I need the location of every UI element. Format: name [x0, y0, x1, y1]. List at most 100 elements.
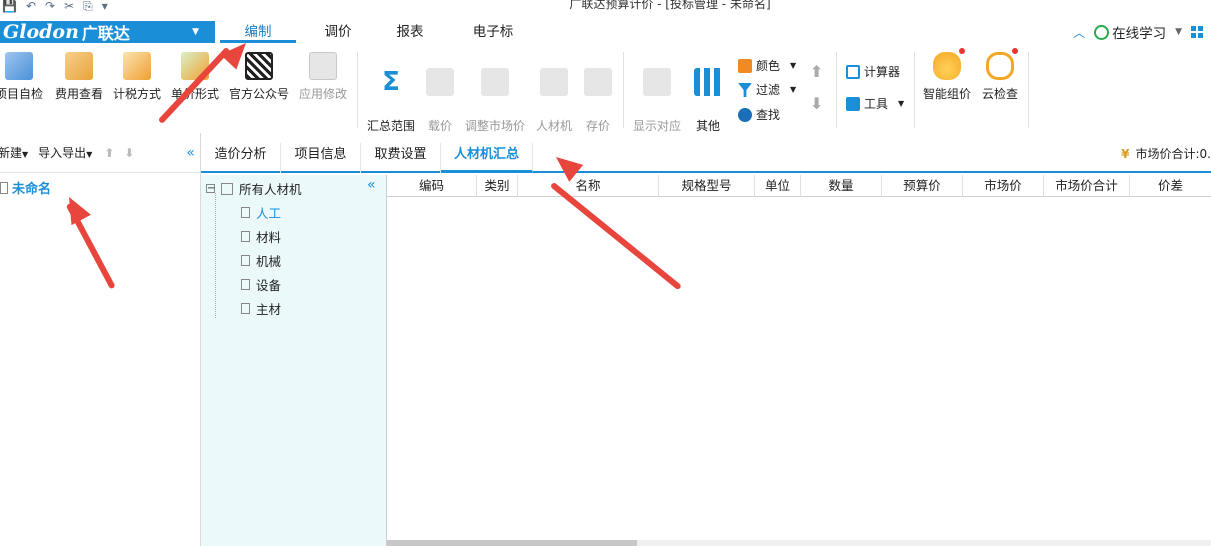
official-account-label: 官方公众号 — [228, 87, 289, 101]
chevron-down-icon: ▼ — [790, 85, 797, 94]
apply-edit-label: 应用修改 — [298, 87, 347, 101]
save-price-label: 存价 — [585, 119, 610, 133]
tree-item-label: 人工 — [256, 206, 282, 221]
tree-item-main-material[interactable]: 主材 — [241, 299, 281, 318]
chevron-down-icon: ▼ — [790, 61, 797, 70]
arrow-down-icon[interactable]: ⬇ — [124, 146, 134, 160]
tax-method-label: 计税方式 — [112, 87, 161, 101]
other-label: 其他 — [695, 119, 720, 133]
project-node[interactable]: 未命名 — [0, 178, 51, 197]
smart-pricing-button[interactable]: 智能组价 — [920, 48, 974, 102]
new-button[interactable]: 新建▼ — [0, 144, 28, 161]
column-header[interactable]: 单位 — [755, 175, 801, 197]
smart-pricing-label: 智能组价 — [922, 87, 971, 101]
tree-item-equipment[interactable]: 设备 — [241, 275, 281, 294]
collapse-node-icon[interactable]: − — [206, 184, 215, 194]
logo-cn: 广联达 — [81, 24, 130, 43]
tab-fee-settings[interactable]: 取费设置 — [361, 143, 441, 173]
horizontal-scrollbar[interactable] — [387, 540, 1211, 546]
logo-en: Glodon — [3, 21, 79, 43]
tools-icon — [846, 97, 860, 111]
ribbon-separator — [1028, 52, 1029, 128]
qrcode-icon — [245, 52, 273, 80]
other-button[interactable]: 其他 — [688, 52, 728, 134]
color-button[interactable]: 颜色 ▼ — [738, 58, 796, 74]
find-button[interactable]: 查找 — [738, 107, 780, 123]
column-header[interactable]: 名称 — [518, 175, 659, 197]
app-logo-menu[interactable]: Glodon 广联达 ▼ — [0, 21, 215, 43]
summary-grid: 编码 类别 名称 规格型号 单位 数量 预算价 市场价 市场价合计 价差 — [387, 175, 1211, 546]
cost-view-label: 费用查看 — [54, 87, 103, 101]
cost-view-button[interactable]: 费用查看 — [52, 52, 106, 102]
tab-adjust-price[interactable]: 调价 — [300, 21, 376, 43]
column-header[interactable]: 市场价合计 — [1044, 175, 1130, 197]
collapse-tree-icon[interactable]: « — [367, 177, 376, 193]
load-price-button[interactable]: 载价 — [422, 52, 458, 134]
calculator-button[interactable]: 计算器 — [846, 64, 900, 80]
arrow-up-icon[interactable]: ⬆ — [104, 146, 114, 160]
apply-edit-icon — [309, 52, 337, 80]
tree-item-label: 主材 — [256, 302, 282, 317]
tree-root[interactable]: − 所有人材机 — [206, 179, 302, 198]
tax-method-icon — [123, 52, 151, 80]
tools-label: 工具 — [864, 97, 889, 111]
new-label: 新建 — [0, 146, 23, 160]
tree-root-label: 所有人材机 — [239, 182, 302, 197]
file-icon — [241, 303, 250, 314]
ribbon-separator — [623, 52, 624, 128]
category-tree: − 所有人材机 « 人工 材料 机械 设备 主材 — [201, 175, 387, 546]
ribbon-separator — [357, 52, 358, 128]
load-price-icon — [426, 68, 454, 96]
import-export-label: 导入导出 — [38, 146, 87, 160]
chevron-down-icon: ▼ — [22, 150, 29, 159]
filter-label: 过滤 — [756, 83, 781, 97]
column-header[interactable]: 价差 — [1130, 175, 1211, 197]
project-name: 未命名 — [12, 182, 52, 197]
move-up-icon[interactable]: ⬆ — [810, 62, 823, 81]
import-export-button[interactable]: 导入导出▼ — [38, 144, 92, 161]
ribbon-separator — [836, 52, 837, 128]
tab-e-bid[interactable]: 电子标 — [455, 21, 531, 43]
tax-method-button[interactable]: 计税方式 — [110, 52, 164, 102]
cloud-check-button[interactable]: 云检查 — [978, 48, 1022, 102]
tab-labor-material-summary[interactable]: 人材机汇总 — [441, 143, 533, 173]
column-header[interactable]: 类别 — [477, 175, 518, 197]
collapse-left-icon[interactable]: « — [186, 145, 195, 161]
grid-header: 编码 类别 名称 规格型号 单位 数量 预算价 市场价 市场价合计 价差 — [387, 175, 1211, 197]
tree-item-material[interactable]: 材料 — [241, 227, 281, 246]
tools-button[interactable]: 工具 ▼ — [846, 96, 904, 112]
calculator-icon — [846, 65, 860, 79]
window-title: 广联达预算计价 - [投标管理 - 未命名] — [569, 0, 771, 11]
column-header[interactable]: 编码 — [387, 175, 477, 197]
tree-item-machinery[interactable]: 机械 — [241, 251, 281, 270]
online-learning-label: 在线学习 — [1112, 26, 1167, 42]
calculator-label: 计算器 — [864, 65, 901, 79]
move-down-icon[interactable]: ⬇ — [810, 94, 823, 113]
adjust-icon — [481, 68, 509, 96]
column-header[interactable]: 预算价 — [882, 175, 963, 197]
scrollbar-thumb[interactable] — [387, 540, 637, 546]
cost-view-icon — [65, 52, 93, 80]
market-total-label: 市场价合计:0. — [1135, 147, 1211, 161]
chevron-down-icon: ▼ — [1175, 27, 1182, 37]
tree-item-labor[interactable]: 人工 — [241, 203, 281, 222]
tree-item-label: 机械 — [256, 254, 282, 269]
column-header[interactable]: 市场价 — [963, 175, 1044, 197]
apps-icon[interactable] — [1191, 26, 1203, 38]
tab-project-info[interactable]: 项目信息 — [281, 143, 361, 173]
online-learning-button[interactable]: 在线学习 ▼ — [1094, 22, 1182, 42]
apply-edit-button[interactable]: 应用修改 — [296, 52, 350, 102]
tab-cost-analysis[interactable]: 造价分析 — [201, 143, 281, 173]
headset-icon — [1094, 24, 1110, 40]
column-header[interactable]: 数量 — [801, 175, 882, 197]
tab-edit[interactable]: 编制 — [220, 21, 296, 43]
title-bar: 💾 ↶ ↷ ✂ ⎘ ▾ 广联达预算计价 - [投标管理 - 未命名] — [0, 0, 1211, 20]
filter-button[interactable]: 过滤 ▼ — [738, 82, 796, 98]
column-header[interactable]: 规格型号 — [659, 175, 755, 197]
collapse-ribbon-icon[interactable]: ︿ — [1073, 24, 1085, 41]
project-check-button[interactable]: 项目自检 — [0, 52, 48, 102]
save-price-button[interactable]: 存价 — [580, 52, 616, 134]
tab-reports[interactable]: 报表 — [372, 21, 448, 43]
check-icon — [5, 52, 33, 80]
find-icon — [738, 108, 752, 122]
